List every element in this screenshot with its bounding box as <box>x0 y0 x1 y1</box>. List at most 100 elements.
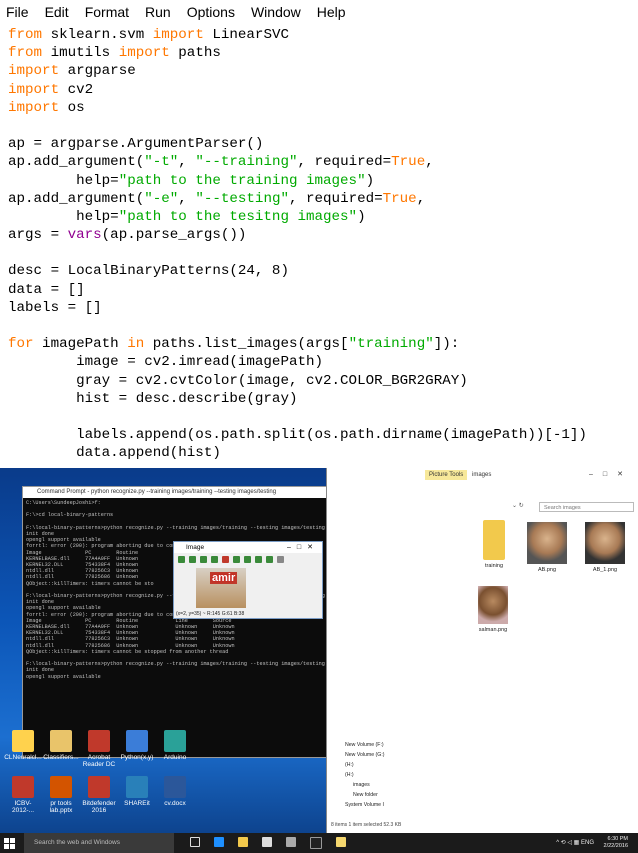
menu-item-window[interactable]: Window <box>251 4 301 20</box>
item-label: training <box>484 563 504 569</box>
window-controls[interactable]: –□✕ <box>589 468 633 482</box>
app-icon <box>164 730 186 752</box>
language-indicator[interactable]: ENG <box>581 840 594 846</box>
image-preview: amir <box>196 568 246 608</box>
up-icon[interactable] <box>200 555 207 563</box>
image-overlay-text: amir <box>210 572 238 584</box>
desktop-icon[interactable]: Acrobat Reader DC <box>80 730 118 768</box>
zoom-in-icon[interactable] <box>244 555 251 563</box>
file-item[interactable]: AB.png <box>525 522 569 573</box>
code-token: ) <box>365 172 375 189</box>
desktop-icon-label: Bitdefender 2016 <box>82 800 116 814</box>
menu-item-format[interactable]: Format <box>85 4 129 20</box>
menu-item-options[interactable]: Options <box>187 4 235 20</box>
cmd-icon[interactable] <box>310 837 322 849</box>
edge-icon[interactable] <box>214 837 224 847</box>
tree-item[interactable]: System Volume I <box>337 800 385 810</box>
tree-item[interactable]: New folder <box>337 790 385 800</box>
down-icon[interactable] <box>211 555 218 563</box>
python-icon[interactable] <box>336 837 346 847</box>
code-token: paths.list_images(args[ <box>144 336 349 353</box>
code-token: ap.add_argument( <box>8 190 145 207</box>
code-line: import cv2 <box>8 81 633 99</box>
copy-icon[interactable] <box>233 555 240 563</box>
item-label: salman.png <box>478 627 508 633</box>
folder-icon <box>483 520 505 560</box>
code-token: args = <box>8 227 68 244</box>
code-token: labels = [] <box>8 299 102 316</box>
desktop-icon[interactable]: Classifiers... <box>42 730 80 761</box>
image-status: (x=2, y=35) ~ R:145 G:61 B:38 <box>176 611 245 617</box>
desktop-icon[interactable]: SHAREit <box>118 776 156 807</box>
desktop-icon[interactable]: CLNeuralcl... <box>4 730 42 761</box>
task-view-icon[interactable] <box>190 837 200 847</box>
refresh-icon[interactable]: ⌄ ↻ <box>512 502 524 509</box>
item-label: AB.png <box>537 567 557 573</box>
app-icon <box>50 776 72 798</box>
navigation-tree: New Volume (F:) New Volume (G:) (H:) (H:) im… <box>337 740 385 810</box>
menu-item-run[interactable]: Run <box>145 4 171 20</box>
code-token: imutils <box>42 45 119 62</box>
code-token: "--testing" <box>195 190 289 207</box>
tree-item[interactable]: (H:) <box>337 770 385 780</box>
desktop-icon[interactable]: ICBV-2012-... <box>4 776 42 814</box>
image-toolbar <box>174 553 322 565</box>
code-token: True <box>382 190 417 207</box>
store-icon[interactable] <box>262 837 272 847</box>
app-icon <box>88 776 110 798</box>
code-editor[interactable]: from sklearn.svm import LinearSVC from im… <box>8 26 633 464</box>
menu-bar: File Edit Format Run Options Window Help <box>0 0 638 24</box>
folder-name: images <box>472 472 492 478</box>
photos-icon[interactable] <box>286 837 296 847</box>
menu-item-file[interactable]: File <box>6 4 29 20</box>
code-token: help= <box>8 172 119 189</box>
desktop-icon[interactable]: Python(x,y) <box>118 730 156 761</box>
window-controls[interactable]: –□✕ <box>287 542 319 553</box>
desktop-icon[interactable]: cv.docx <box>156 776 194 807</box>
forward-icon[interactable] <box>189 555 196 563</box>
cmd-title: Command Prompt - python recognize.py --t… <box>37 489 277 495</box>
desktop-icon-label: Acrobat Reader DC <box>82 754 116 768</box>
file-explorer-icon[interactable] <box>238 837 248 847</box>
desktop-icon[interactable]: pr tools lab.pptx <box>42 776 80 814</box>
edit-icon[interactable] <box>277 555 284 563</box>
folder-item[interactable]: training <box>477 520 511 569</box>
save-icon[interactable] <box>222 555 229 563</box>
zoom-out-icon[interactable] <box>266 555 273 563</box>
windows-start-icon[interactable] <box>4 837 16 849</box>
code-line: gray = cv2.cvtColor(image, cv2.COLOR_BGR… <box>8 372 633 390</box>
code-token: , required= <box>288 190 383 207</box>
search-input[interactable]: Search images <box>539 502 634 512</box>
file-item[interactable]: salman.png <box>475 586 511 633</box>
menu-item-help[interactable]: Help <box>317 4 346 20</box>
tree-item[interactable]: (H:) <box>337 760 385 770</box>
clock[interactable]: 6:30 PM 2/22/2016 <box>604 836 628 850</box>
desktop-icon[interactable]: Bitdefender 2016 <box>80 776 118 814</box>
ribbon-tab[interactable]: Picture Tools <box>425 470 468 480</box>
code-token: import <box>8 63 60 80</box>
taskbar-search[interactable]: Search the web and Windows <box>24 833 174 853</box>
file-item[interactable]: AB_1.png <box>583 522 627 573</box>
app-icon <box>126 776 148 798</box>
zoom-icon[interactable] <box>255 555 262 563</box>
tree-item[interactable]: New Volume (G:) <box>337 750 385 760</box>
code-line: from imutils import paths <box>8 44 633 62</box>
code-token: , <box>178 190 196 207</box>
system-tray[interactable]: ^ ⟲ ◁ ▦ ENG <box>556 839 594 846</box>
tree-item[interactable]: New Volume (F:) <box>337 740 385 750</box>
image-window[interactable]: Image –□✕ amir (x=2, y=35) ~ R:145 G:61 … <box>173 541 323 619</box>
code-token: in <box>127 336 145 353</box>
menu-item-edit[interactable]: Edit <box>45 4 69 20</box>
code-line: for imagePath in paths.list_images(args[… <box>8 335 633 353</box>
tree-item[interactable]: images <box>337 780 385 790</box>
image-thumbnail <box>527 522 567 564</box>
back-icon[interactable] <box>178 555 185 563</box>
image-window-title: Image <box>186 544 205 551</box>
desktop-icon-label: CLNeuralcl... <box>4 754 42 761</box>
code-token: image = cv2.imread(imagePath) <box>8 354 324 371</box>
code-line: image = cv2.imread(imagePath) <box>8 353 633 371</box>
desktop-icon[interactable]: Arduino <box>156 730 194 761</box>
code-token: , <box>425 154 434 171</box>
file-explorer-window[interactable]: Picture Tools images –□✕ ⌄ ↻ Search imag… <box>326 468 638 833</box>
